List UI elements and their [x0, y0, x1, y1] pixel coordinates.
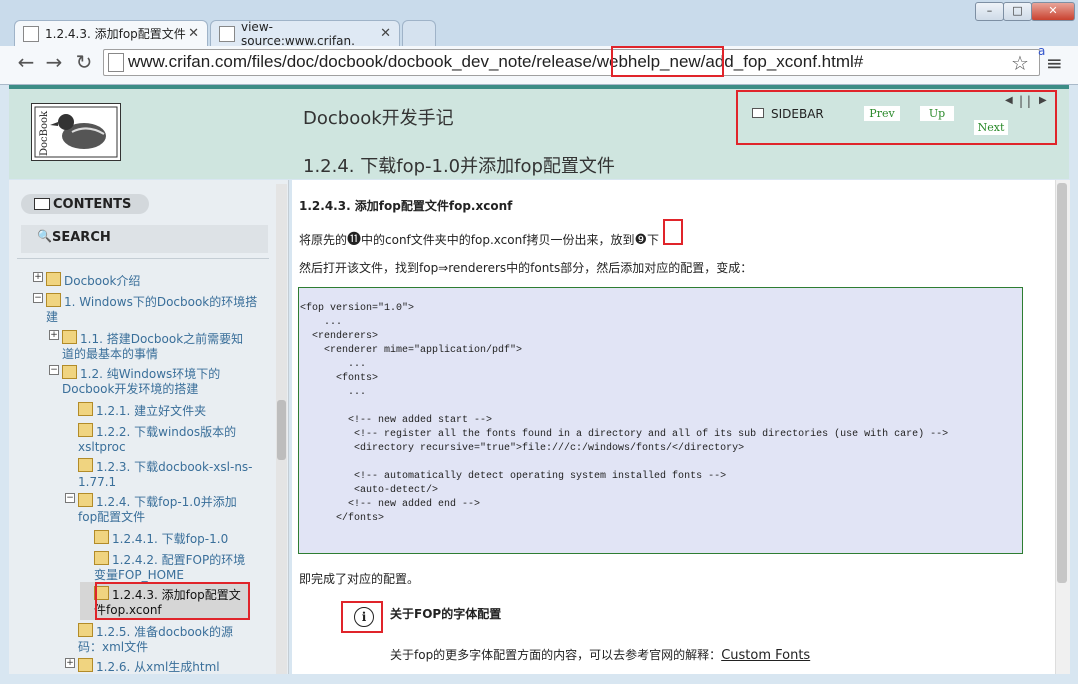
toc-item[interactable]: 1.1. 搭建Docbook之前需要知道的最基本的事情 — [62, 330, 252, 362]
toc-item[interactable]: 1.2.5. 准备docbook的源码：xml文件 — [78, 623, 248, 655]
nav-left-arrow-icon[interactable]: ◀ — [1005, 95, 1013, 106]
collapse-icon[interactable]: − — [33, 293, 43, 303]
chapter-title: 1.2.4. 下载fop-1.0并添加fop配置文件 — [303, 156, 615, 177]
forward-arrow-icon[interactable]: → — [42, 50, 66, 74]
page-icon — [108, 53, 124, 72]
tab-title: 1.2.4.3. 添加fop配置文件 — [45, 27, 186, 41]
toc-item[interactable]: 1.2.2. 下载windos版本的xsltproc — [78, 423, 258, 455]
expand-icon[interactable]: + — [33, 272, 43, 282]
callout-9-icon: ❾ — [634, 232, 648, 248]
search-label[interactable]: SEARCH — [52, 230, 111, 245]
note-title: 关于FOP的字体配置 — [390, 607, 502, 621]
sidebar-scroll-thumb[interactable] — [277, 400, 286, 460]
toc-item[interactable]: 1.2. 纯Windows环境下的Docbook开发环境的搭建 — [62, 365, 242, 397]
next-link[interactable]: Next — [974, 120, 1008, 135]
code-text: <fop version="1.0"> ... <renderers> <ren… — [300, 303, 949, 524]
toc-item[interactable]: 1.2.1. 建立好文件夹 — [78, 402, 258, 419]
tab-close-icon[interactable]: ✕ — [188, 26, 199, 41]
prev-link[interactable]: Prev — [864, 106, 900, 121]
contents-label[interactable]: CONTENTS — [53, 197, 131, 212]
section-heading: 1.2.4.3. 添加fop配置文件fop.xconf — [299, 199, 513, 213]
sidebar-toggle-label[interactable]: SIDEBAR — [771, 107, 824, 121]
collapse-icon[interactable]: − — [49, 365, 59, 375]
paragraph-instructions: 然后打开该文件，找到fop⇒renderers中的fonts部分，然后添加对应的… — [299, 261, 753, 275]
toc-item[interactable]: Docbook介绍 — [46, 272, 266, 289]
nav-right-arrow-icon[interactable]: ▶ — [1039, 95, 1047, 106]
toc-item[interactable]: 1.2.6. 从xml生成html — [78, 658, 253, 675]
book-icon — [46, 272, 61, 286]
paragraph-done: 即完成了对应的配置。 — [299, 572, 420, 586]
bookmark-star-icon[interactable]: ☆ — [1011, 51, 1029, 75]
tab-view-source[interactable]: view-source:www.crifan. ✕ — [210, 19, 400, 48]
docbook-logo: DocBook — [31, 103, 121, 161]
nav-separator-icon: | | — [1019, 94, 1031, 108]
paragraph-copy: 将原先的⓫中的conf文件夹中的fop.xconf拷贝一份出来，放到❾下 — [299, 232, 660, 248]
toc-item[interactable]: 1. Windows下的Docbook的环境搭建 — [46, 293, 261, 325]
callout-11-icon: ⓫ — [347, 232, 362, 248]
highlight-url-segment — [611, 46, 724, 77]
book-icon — [94, 530, 109, 544]
toc-item[interactable]: 1.2.4.1. 下载fop-1.0 — [94, 530, 264, 547]
toc-item[interactable]: 1.2.3. 下载docbook-xsl-ns-1.77.1 — [78, 458, 253, 490]
toc-item[interactable]: 1.2.4.2. 配置FOP的环境变量FOP_HOME — [94, 551, 254, 583]
expand-icon[interactable]: + — [49, 330, 59, 340]
menu-icon[interactable]: ≡ — [1046, 51, 1063, 75]
book-icon — [46, 293, 61, 307]
book-icon — [78, 658, 93, 672]
content-scroll-thumb[interactable] — [1057, 183, 1067, 583]
note-text: 关于fop的更多字体配置方面的内容，可以去参考官网的解释：Custom Font… — [390, 648, 811, 663]
sidebar-toggle-icon[interactable] — [752, 108, 764, 118]
sidebar-divider — [17, 258, 269, 259]
book-icon — [78, 623, 93, 637]
tab-title: view-source:www.crifan. — [241, 19, 355, 48]
custom-fonts-link[interactable]: Custom Fonts — [721, 648, 810, 663]
highlight-selected-toc — [95, 582, 250, 620]
info-icon: i — [354, 607, 374, 627]
expand-icon[interactable]: + — [65, 658, 75, 668]
logo-text: DocBook — [39, 110, 50, 156]
book-icon — [62, 365, 77, 379]
toc-item[interactable]: 1.2.4. 下载fop-1.0并添加fop配置文件 — [78, 493, 253, 525]
url-text[interactable]: www.crifan.com/files/doc/docbook/docbook… — [128, 52, 863, 72]
maximize-button[interactable]: □ — [1003, 2, 1032, 21]
book-icon — [94, 551, 109, 565]
book-title[interactable]: Docbook开发手记 — [303, 104, 454, 130]
extension-icon[interactable]: a — [1038, 44, 1045, 58]
collapse-icon[interactable]: − — [65, 493, 75, 503]
back-arrow-icon[interactable]: ← — [14, 50, 38, 74]
reload-icon[interactable]: ↻ — [72, 50, 96, 74]
favicon-icon — [219, 25, 235, 42]
close-window-button[interactable]: ✕ — [1031, 2, 1075, 21]
book-icon — [78, 423, 93, 437]
book-icon — [78, 458, 93, 472]
tab-active[interactable]: 1.2.4.3. 添加fop配置文件 ✕ — [14, 20, 208, 46]
new-tab-button[interactable] — [402, 20, 436, 46]
book-icon — [62, 330, 77, 344]
up-link[interactable]: Up — [920, 106, 954, 121]
favicon-icon — [23, 25, 39, 42]
book-icon — [78, 402, 93, 416]
book-icon — [78, 493, 93, 507]
highlight-callout — [663, 219, 683, 245]
book-icon — [34, 198, 50, 210]
minimize-button[interactable]: – — [975, 2, 1004, 21]
tab-close-icon[interactable]: ✕ — [380, 26, 391, 41]
search-icon: 🔍 — [37, 229, 52, 243]
